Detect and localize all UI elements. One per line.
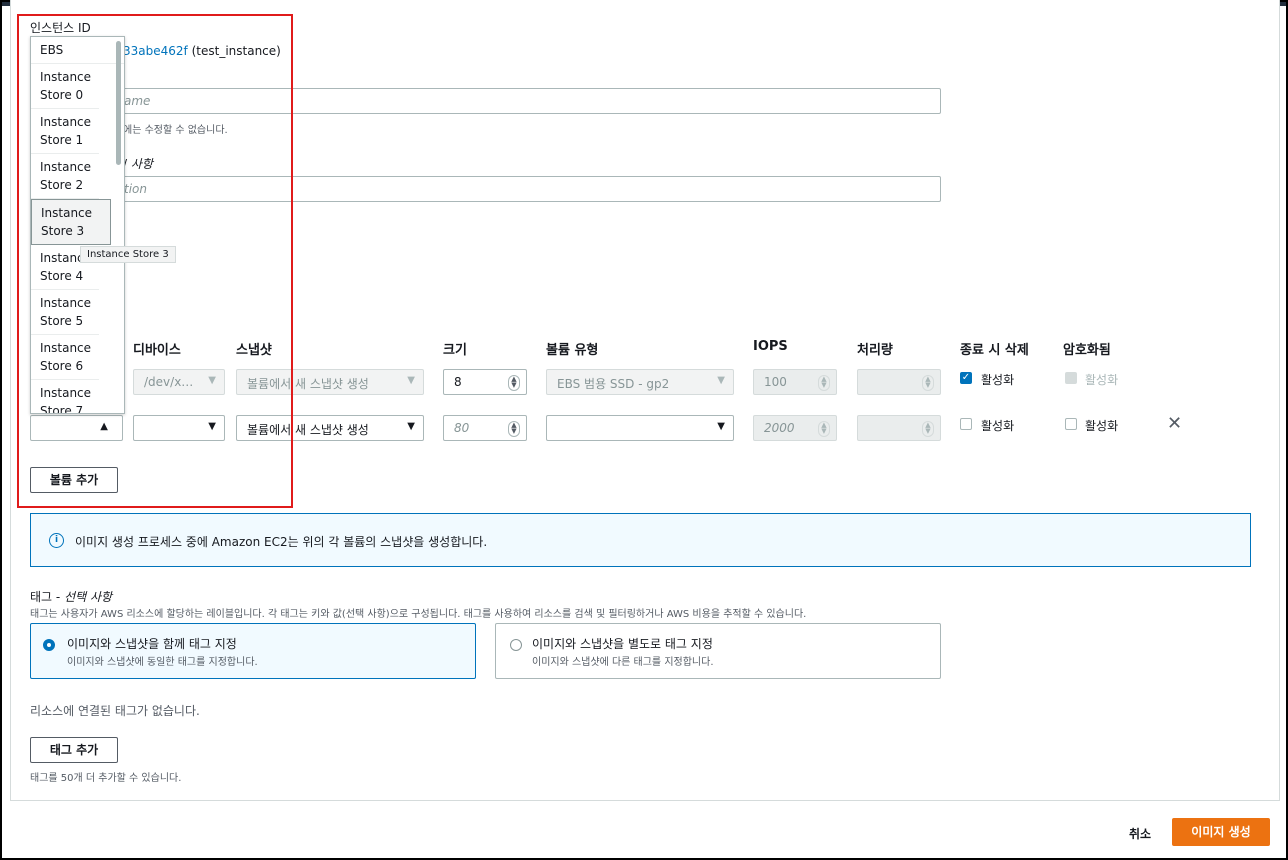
info-alert: i 이미지 생성 프로세스 중에 Amazon EC2는 위의 각 볼륨의 스냅… <box>30 513 1251 567</box>
row1-size-value: 8 <box>454 375 462 389</box>
row1-size-input[interactable]: 8 ▲ ▼ <box>443 369 527 395</box>
row1-volume-type-value: EBS 범용 SSD - gp2 <box>557 377 670 391</box>
row2-encrypt-label: 활성화 <box>1085 419 1119 433</box>
stepper-icon: ▲ ▼ <box>818 375 830 391</box>
tag-option-together-desc: 이미지와 스냅샷에 동일한 태그를 지정합니다. <box>67 657 258 668</box>
row1-volume-type-select: EBS 범용 SSD - gp2 ▼ <box>546 369 734 395</box>
row2-encrypt-checkbox[interactable] <box>1065 418 1077 430</box>
chevron-down-icon: ▼ <box>407 375 415 386</box>
header-size: 크기 <box>443 343 467 358</box>
stepper-icon: ▲ ▼ <box>818 421 830 437</box>
tags-empty-text: 리소스에 연결된 태그가 없습니다. <box>30 704 200 718</box>
tags-limit-text: 태그를 50개 더 추가할 수 있습니다. <box>30 773 182 784</box>
row1-iops-value: 100 <box>764 375 787 389</box>
row2-iops-input: 2000 ▲ ▼ <box>753 415 837 441</box>
tag-option-together-title: 이미지와 스냅샷을 함께 태그 지정 <box>67 637 237 651</box>
row2-volume-type-select[interactable]: ▼ <box>546 415 734 441</box>
stepper-icon: ▲ ▼ <box>922 421 934 437</box>
header-volume-type: 볼륨 유형 <box>546 343 599 358</box>
info-alert-text: 이미지 생성 프로세스 중에 Amazon EC2는 위의 각 볼륨의 스냅샷을… <box>75 535 488 549</box>
header-encrypted: 암호화됨 <box>1063 343 1111 358</box>
tags-title: 태그 - 선택 사항 <box>30 588 112 605</box>
stepper-icon[interactable]: ▲ ▼ <box>508 421 520 437</box>
row1-delete-checkbox[interactable]: ✓ <box>960 372 972 384</box>
stepper-icon[interactable]: ▲ ▼ <box>508 375 520 391</box>
row2-delete-checkbox[interactable] <box>960 418 972 430</box>
row2-throughput-input: ▲ ▼ <box>857 415 941 441</box>
row1-throughput-input: ▲ ▼ <box>857 369 941 395</box>
info-icon: i <box>49 533 64 548</box>
row1-encrypt-label: 활성화 <box>1085 373 1119 387</box>
row2-iops-value: 2000 <box>764 421 795 435</box>
chevron-down-icon: ▼ <box>717 421 725 432</box>
remove-row-icon[interactable]: ✕ <box>1167 413 1182 434</box>
row2-delete-label: 활성화 <box>981 419 1015 433</box>
radio-selected-icon[interactable] <box>43 639 55 651</box>
row1-iops-input: 100 ▲ ▼ <box>753 369 837 395</box>
header-delete-on-termination: 종료 시 삭제 <box>960 343 1029 358</box>
stepper-icon: ▲ ▼ <box>922 375 934 391</box>
tag-option-separate-desc: 이미지와 스냅샷에 다른 태그를 지정합니다. <box>532 657 714 668</box>
tags-title-text: 태그 - <box>30 590 61 604</box>
chevron-down-icon: ▼ <box>407 421 415 432</box>
chevron-down-icon: ▼ <box>717 375 725 386</box>
highlight-box <box>17 14 293 508</box>
cancel-link[interactable]: 취소 <box>1129 825 1151 842</box>
tag-option-separate[interactable]: 이미지와 스냅샷을 별도로 태그 지정 이미지와 스냅샷에 다른 태그를 지정합… <box>495 623 941 679</box>
add-tag-button[interactable]: 태그 추가 <box>30 737 118 763</box>
tag-option-separate-title: 이미지와 스냅샷을 별도로 태그 지정 <box>532 637 713 651</box>
radio-unselected-icon[interactable] <box>510 639 522 651</box>
row2-size-input[interactable]: 80 ▲ ▼ <box>443 415 527 441</box>
tags-description: 태그는 사용자가 AWS 리소스에 할당하는 레이블입니다. 각 태그는 키와 … <box>30 609 807 620</box>
create-image-button[interactable]: 이미지 생성 <box>1172 818 1270 846</box>
row1-delete-label: 활성화 <box>981 373 1015 387</box>
header-iops: IOPS <box>753 339 788 354</box>
row2-size-placeholder: 80 <box>454 421 470 435</box>
tags-title-optional: 선택 사항 <box>64 590 113 604</box>
row1-encrypt-checkbox <box>1065 372 1077 384</box>
header-throughput: 처리량 <box>857 343 893 358</box>
tag-option-together[interactable]: 이미지와 스냅샷을 함께 태그 지정 이미지와 스냅샷에 동일한 태그를 지정합… <box>30 623 476 679</box>
